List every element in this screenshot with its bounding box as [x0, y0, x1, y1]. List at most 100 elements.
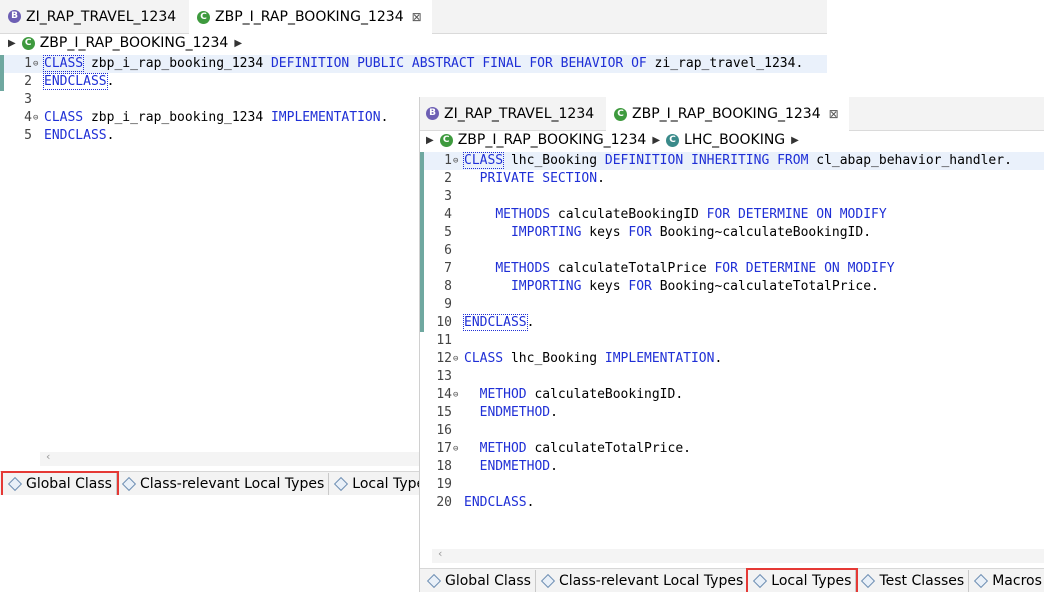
line-number: 4	[444, 207, 452, 222]
line-number: 14	[436, 387, 452, 402]
code-text: METHODS calculateTotalPrice FOR DETERMIN…	[495, 261, 895, 276]
fold-toggle-icon[interactable]: ⊖	[453, 440, 458, 458]
line-number: 11	[436, 333, 452, 348]
diamond-icon	[753, 573, 768, 589]
breadcrumb-chevron-icon[interactable]: ▶	[652, 135, 660, 146]
close-tab-icon[interactable]: ⊠	[412, 10, 422, 24]
code-line[interactable]: 20 ENDCLASS.	[420, 494, 1044, 512]
close-tab-icon[interactable]: ⊠	[829, 107, 839, 121]
behavior-definition-icon: B	[8, 10, 21, 23]
fold-toggle-icon[interactable]: ⊖	[33, 55, 38, 73]
abap-class-icon: C	[21, 36, 35, 50]
breadcrumb-chevron-icon[interactable]: ▶	[426, 135, 434, 146]
code-line[interactable]: 10 ENDCLASS.	[420, 314, 1044, 332]
breadcrumb-chevron-icon[interactable]: ▶	[234, 38, 242, 49]
code-line[interactable]: 5 IMPORTING keys FOR Booking~calculateBo…	[420, 224, 1044, 242]
code-line[interactable]: 12 ⊖ CLASS lhc_Booking IMPLEMENTATION.	[420, 350, 1044, 368]
diamond-icon	[334, 476, 349, 492]
diamond-icon	[121, 476, 137, 492]
fold-toggle-icon[interactable]: ⊖	[33, 109, 38, 127]
line-number: 17	[436, 441, 452, 456]
code-line[interactable]: 19	[420, 476, 1044, 494]
code-line[interactable]: 17 ⊖ METHOD calculateTotalPrice.	[420, 440, 1044, 458]
line-number: 8	[444, 279, 452, 294]
line-number: 6	[444, 243, 452, 258]
bottom-tab-global-class[interactable]: Global Class	[1, 471, 119, 495]
code-line[interactable]: 11	[420, 332, 1044, 350]
line-number: 2	[24, 74, 32, 89]
code-line[interactable]: 13	[420, 368, 1044, 386]
code-text: METHODS calculateBookingID FOR DETERMINE…	[495, 207, 887, 222]
line-number: 3	[24, 92, 32, 107]
scroll-left-icon[interactable]: ‹	[46, 450, 50, 463]
line-number: 19	[436, 477, 452, 492]
tab-zbp-i-rap-booking[interactable]: C ZBP_I_RAP_BOOKING_1234 ⊠	[606, 97, 849, 131]
code-text: ENDMETHOD.	[479, 459, 558, 474]
code-line[interactable]: 3	[420, 188, 1044, 206]
breadcrumb: ▶ C ZBP_I_RAP_BOOKING_1234 ▶ C LHC_BOOKI…	[420, 130, 1044, 150]
breadcrumb-item-class[interactable]: ZBP_I_RAP_BOOKING_1234	[40, 35, 229, 51]
diamond-icon	[861, 573, 876, 589]
code-line[interactable]: 18 ENDMETHOD.	[420, 458, 1044, 476]
code-line[interactable]: 1 ⊖ CLASS lhc_Booking DEFINITION INHERITIN…	[420, 152, 1044, 170]
local-types-editor: B ZI_RAP_TRAVEL_1234 C ZBP_I_RAP_BOOKING…	[419, 97, 1044, 592]
code-line[interactable]: 15 ENDMETHOD.	[420, 404, 1044, 422]
line-number: 5	[24, 128, 32, 143]
breadcrumb-chevron-icon[interactable]: ▶	[791, 135, 799, 146]
bottom-tab-test-classes[interactable]: Test Classes	[856, 570, 970, 592]
bottom-source-tabs: Global Class Class-relevant Local Types …	[420, 568, 1044, 592]
code-line[interactable]: 8 IMPORTING keys FOR Booking~calculateTo…	[420, 278, 1044, 296]
code-text: PRIVATE SECTION.	[479, 171, 605, 186]
code-line[interactable]: 4 METHODS calculateBookingID FOR DETERMI…	[420, 206, 1044, 224]
line-number: 9	[444, 297, 452, 312]
code-line[interactable]: 1 ⊖ CLASS zbp_i_rap_booking_1234 DEFINITIO…	[0, 55, 827, 73]
code-line[interactable]: 2 ENDCLASS.	[0, 73, 827, 91]
code-line[interactable]: 16	[420, 422, 1044, 440]
line-number: 12	[436, 351, 452, 366]
tab-zbp-i-rap-booking[interactable]: C ZBP_I_RAP_BOOKING_1234 ⊠	[189, 0, 432, 34]
fold-toggle-icon[interactable]: ⊖	[453, 152, 458, 170]
line-number: 2	[444, 171, 452, 186]
line-number: 7	[444, 261, 452, 276]
line-number: 15	[436, 405, 452, 420]
bottom-tab-global-class[interactable]: Global Class	[422, 570, 536, 592]
fold-toggle-icon[interactable]: ⊖	[453, 386, 458, 404]
code-line[interactable]: 6	[420, 242, 1044, 260]
code-editor[interactable]: 1 ⊖ CLASS lhc_Booking DEFINITION INHERITIN…	[420, 152, 1044, 512]
abap-class-icon: C	[197, 10, 210, 24]
code-line[interactable]: 7 METHODS calculateTotalPrice FOR DETERM…	[420, 260, 1044, 278]
code-text: CLASS zbp_i_rap_booking_1234 DEFINITION …	[42, 55, 804, 72]
horizontal-scrollbar[interactable]: ‹	[432, 547, 1044, 563]
code-text: ENDCLASS.	[43, 73, 115, 90]
bottom-tab-local-types[interactable]: Local Types	[746, 568, 859, 592]
editor-tab-bar: B ZI_RAP_TRAVEL_1234 C ZBP_I_RAP_BOOKING…	[0, 0, 827, 34]
code-text: CLASS lhc_Booking DEFINITION INHERITING …	[462, 152, 1012, 169]
code-text: ENDMETHOD.	[479, 405, 558, 420]
diamond-icon	[540, 573, 556, 589]
behavior-definition-icon: B	[426, 107, 439, 120]
code-line[interactable]: 9	[420, 296, 1044, 314]
line-number: 4	[24, 110, 32, 125]
tab-zi-rap-travel[interactable]: B ZI_RAP_TRAVEL_1234	[426, 97, 594, 130]
code-line[interactable]: 14 ⊖ METHOD calculateBookingID.	[420, 386, 1044, 404]
code-text: CLASS lhc_Booking IMPLEMENTATION.	[464, 351, 723, 366]
line-number: 16	[436, 423, 452, 438]
scroll-left-icon[interactable]: ‹	[438, 547, 442, 560]
line-number: 1	[444, 153, 452, 168]
bottom-tab-class-relevant-local-types[interactable]: Class-relevant Local Types	[117, 473, 330, 495]
breadcrumb-item-local-class[interactable]: LHC_BOOKING	[684, 132, 785, 148]
bottom-tab-class-relevant-local-types[interactable]: Class-relevant Local Types	[536, 570, 749, 592]
bottom-tab-macros[interactable]: Macros	[969, 570, 1044, 592]
tab-zi-rap-travel[interactable]: B ZI_RAP_TRAVEL_1234	[8, 0, 176, 33]
line-number: 3	[444, 189, 452, 204]
line-number: 20	[436, 495, 452, 510]
code-line[interactable]: 2 PRIVATE SECTION.	[420, 170, 1044, 188]
code-text: CLASS zbp_i_rap_booking_1234 IMPLEMENTAT…	[44, 110, 389, 125]
abap-class-icon: C	[614, 107, 627, 121]
breadcrumb-item-class[interactable]: ZBP_I_RAP_BOOKING_1234	[458, 132, 647, 148]
code-text: IMPORTING keys FOR Booking~calculateTota…	[510, 279, 879, 294]
editor-tab-bar: B ZI_RAP_TRAVEL_1234 C ZBP_I_RAP_BOOKING…	[420, 97, 1044, 131]
breadcrumb-chevron-icon[interactable]: ▶	[8, 38, 16, 49]
code-text: METHOD calculateTotalPrice.	[479, 441, 691, 456]
fold-toggle-icon[interactable]: ⊖	[453, 350, 458, 368]
